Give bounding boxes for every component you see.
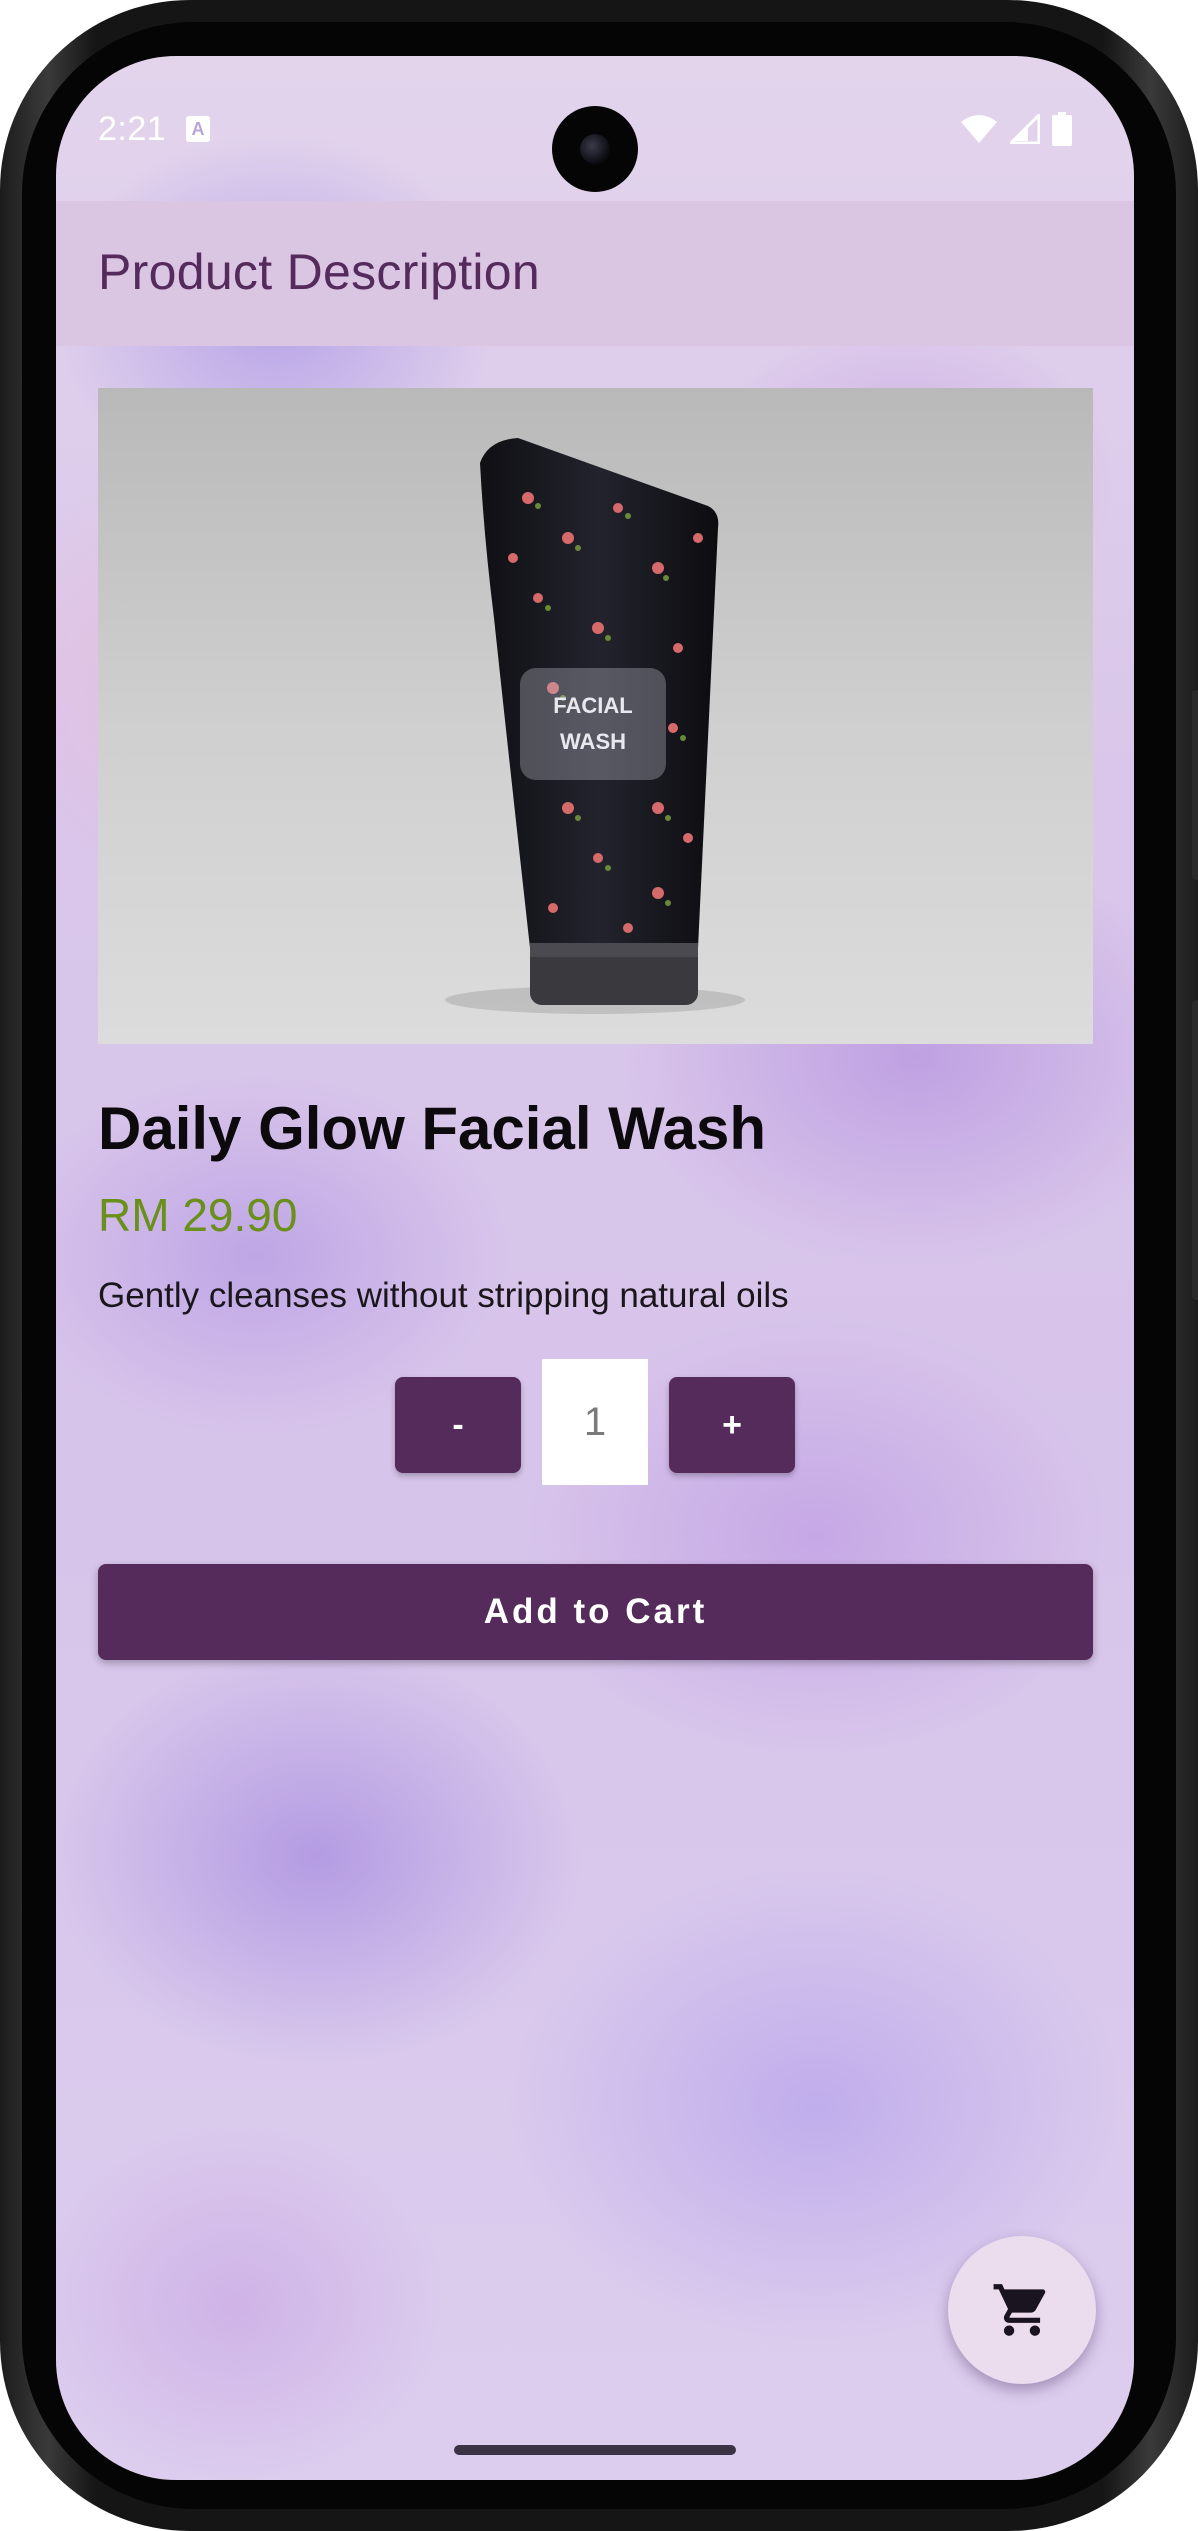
- facial-wash-tube-illustration: FACIAL WASH: [445, 438, 745, 1014]
- increase-quantity-button[interactable]: +: [669, 1377, 795, 1473]
- product-price: RM 29.90: [98, 1189, 298, 1241]
- page-title: Product Description: [98, 244, 541, 300]
- signal-icon: [1010, 114, 1040, 144]
- status-time: 2:21: [98, 110, 167, 148]
- tube-label-line2: WASH: [560, 729, 626, 754]
- product-description: Gently cleanses without stripping natura…: [98, 1276, 789, 1315]
- front-camera: [552, 106, 638, 192]
- home-indicator[interactable]: [454, 2445, 736, 2455]
- product-name: Daily Glow Facial Wash: [98, 1095, 766, 1162]
- decrease-quantity-button[interactable]: -: [395, 1377, 521, 1473]
- screen: 2:21 A Product Description FACIAL WASH D…: [56, 56, 1134, 2480]
- cart-fab-button[interactable]: [948, 2236, 1096, 2384]
- battery-icon: [1052, 112, 1072, 146]
- phone-frame: 2:21 A Product Description FACIAL WASH D…: [0, 0, 1198, 2531]
- notification-icon: A: [186, 116, 210, 142]
- tube-label-line1: FACIAL: [553, 693, 632, 718]
- product-image: FACIAL WASH: [98, 388, 1093, 1044]
- wifi-icon: [961, 115, 997, 143]
- cart-icon: [993, 2284, 1046, 2336]
- top-app-bar: Product Description: [56, 201, 1134, 346]
- power-button: [1192, 690, 1198, 880]
- volume-button: [1192, 1000, 1198, 1300]
- status-icons: [960, 112, 1072, 146]
- quantity-field[interactable]: 1: [542, 1359, 648, 1485]
- add-to-cart-button[interactable]: Add to Cart: [98, 1564, 1093, 1660]
- status-bar: 2:21 A: [56, 56, 1134, 201]
